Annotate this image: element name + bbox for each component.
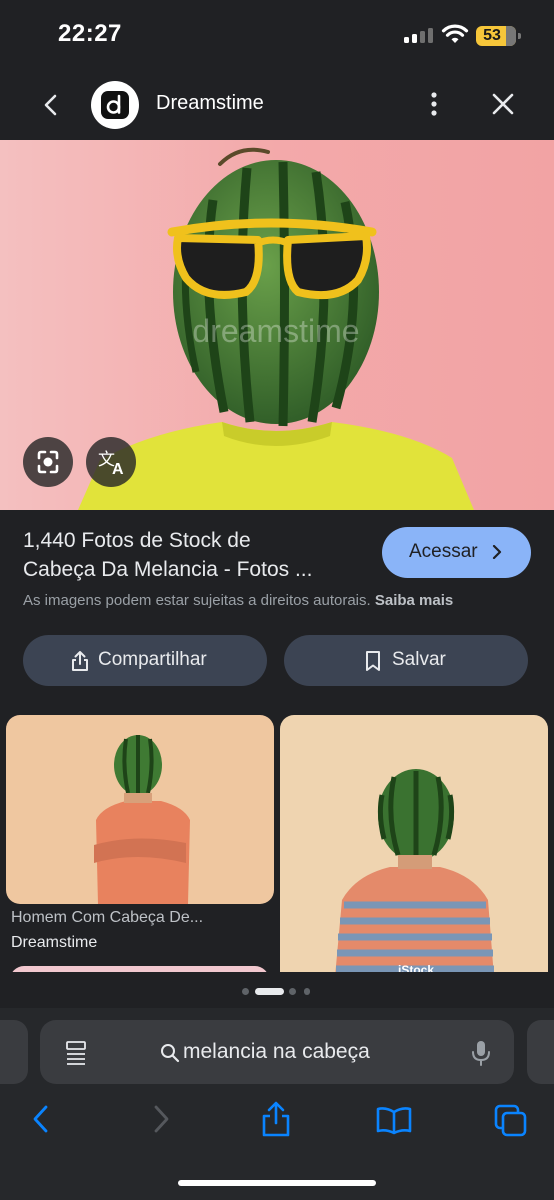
site-logo bbox=[91, 81, 139, 129]
home-indicator bbox=[178, 1180, 376, 1186]
bookmark-icon bbox=[366, 651, 380, 671]
share-icon[interactable] bbox=[260, 1100, 292, 1138]
site-title: Dreamstime bbox=[156, 92, 264, 114]
lens-icon bbox=[37, 450, 59, 474]
mic-icon[interactable] bbox=[470, 1039, 492, 1067]
tabs-icon[interactable] bbox=[494, 1104, 528, 1138]
related-thumbnail: iStock bbox=[280, 715, 548, 972]
status-bar: 22:27 53 bbox=[0, 0, 554, 70]
svg-text:A: A bbox=[112, 461, 124, 478]
viewer-header: Dreamstime bbox=[0, 70, 554, 140]
battery-level: 53 bbox=[483, 27, 501, 44]
more-vertical-icon[interactable] bbox=[422, 89, 446, 119]
copyright-text: As imagens podem estar sujeitas a direit… bbox=[23, 592, 371, 609]
forward-arrow-icon[interactable] bbox=[148, 1104, 174, 1134]
copyright-notice: As imagens podem estar sujeitas a direit… bbox=[23, 592, 453, 609]
next-tab-preview[interactable] bbox=[527, 1020, 554, 1084]
translate-button[interactable]: 文 A bbox=[86, 437, 136, 487]
visit-label: Acessar bbox=[409, 541, 478, 562]
reader-icon[interactable] bbox=[64, 1040, 88, 1066]
related-thumbnail bbox=[6, 715, 274, 904]
address-bar[interactable]: melancia na cabeça bbox=[40, 1020, 514, 1084]
hero-image[interactable]: dreamstime 文 A bbox=[0, 140, 554, 510]
battery-indicator: 53 bbox=[476, 26, 516, 46]
related-caption[interactable]: Homem Com Cabeça De... bbox=[11, 909, 271, 927]
learn-more-link[interactable]: Saiba mais bbox=[375, 592, 453, 609]
result-title-line2: Cabeça Da Melancia - Fotos ... bbox=[23, 558, 313, 581]
bookmarks-icon[interactable] bbox=[376, 1104, 412, 1136]
pagination-dots bbox=[0, 984, 554, 998]
result-title[interactable]: 1,440 Fotos de Stock de Cabeça Da Melanc… bbox=[23, 526, 363, 584]
save-button[interactable]: Salvar bbox=[284, 635, 528, 686]
related-source: Dreamstime bbox=[11, 934, 98, 951]
share-label: Compartilhar bbox=[98, 649, 207, 670]
previous-tab-preview[interactable] bbox=[0, 1020, 28, 1084]
close-icon[interactable] bbox=[489, 90, 517, 118]
back-chevron-icon[interactable] bbox=[36, 90, 66, 120]
share-icon bbox=[72, 651, 88, 671]
related-image-card-partial[interactable] bbox=[10, 966, 269, 972]
watermelon-head-photo: dreamstime bbox=[0, 140, 554, 510]
related-images-grid: Homem Com Cabeça De... Dreamstime iStock bbox=[0, 710, 554, 972]
share-button[interactable]: Compartilhar bbox=[23, 635, 267, 686]
result-info: 1,440 Fotos de Stock de Cabeça Da Melanc… bbox=[0, 510, 554, 710]
page-dot bbox=[304, 988, 310, 995]
battery-nub bbox=[518, 33, 521, 39]
translate-icon: 文 A bbox=[98, 450, 124, 478]
wifi-icon bbox=[441, 24, 469, 43]
dreamstime-logo-icon bbox=[101, 91, 129, 119]
lens-button[interactable] bbox=[23, 437, 73, 487]
address-text: melancia na cabeça bbox=[183, 1040, 370, 1063]
page-dot bbox=[242, 988, 249, 995]
visit-button[interactable]: Acessar bbox=[382, 527, 531, 578]
istock-watermark: iStock bbox=[398, 963, 434, 972]
related-image-card[interactable] bbox=[6, 715, 274, 904]
cellular-signal-icon bbox=[404, 28, 433, 43]
browser-toolbar: melancia na cabeça bbox=[0, 1008, 554, 1200]
chevron-right-icon bbox=[492, 545, 502, 559]
back-arrow-icon[interactable] bbox=[28, 1104, 54, 1134]
status-time: 22:27 bbox=[58, 20, 122, 47]
hero-watermark: dreamstime bbox=[192, 313, 359, 349]
save-label: Salvar bbox=[392, 649, 446, 670]
search-icon bbox=[161, 1044, 180, 1063]
related-image-card[interactable]: iStock bbox=[280, 715, 548, 972]
page-dot-active bbox=[255, 988, 284, 995]
page-dot bbox=[289, 988, 296, 995]
result-title-line1: 1,440 Fotos de Stock de bbox=[23, 529, 251, 552]
